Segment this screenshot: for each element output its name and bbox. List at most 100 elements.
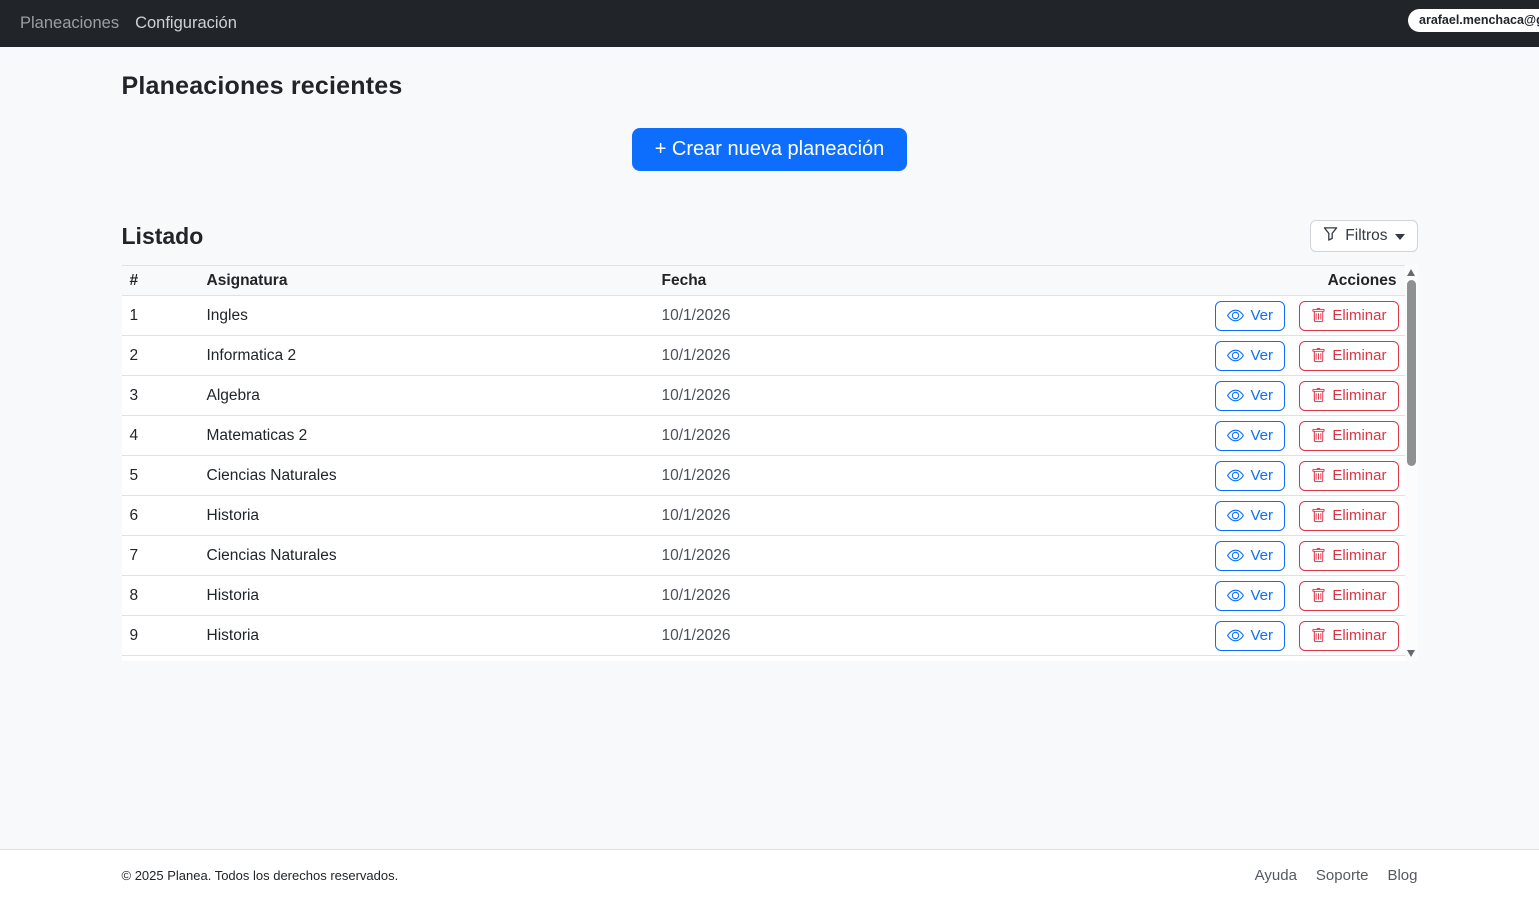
eliminar-button[interactable]: Eliminar	[1299, 621, 1398, 651]
eliminar-button[interactable]: Eliminar	[1299, 541, 1398, 571]
eye-icon	[1227, 387, 1244, 404]
trash-icon	[1311, 348, 1326, 363]
table-row: Ver Eliminar	[122, 656, 1405, 662]
eliminar-button[interactable]: Eliminar	[1299, 341, 1398, 371]
eye-icon	[1227, 507, 1244, 524]
ver-button-label: Ver	[1250, 547, 1273, 564]
ver-button[interactable]: Ver	[1215, 341, 1285, 371]
eye-icon	[1227, 467, 1244, 484]
eliminar-button[interactable]: Eliminar	[1299, 501, 1398, 531]
row-date: 10/1/2026	[654, 336, 1075, 376]
eliminar-button-label: Eliminar	[1332, 627, 1386, 644]
filtros-button-label: Filtros	[1345, 227, 1387, 245]
column-header-fecha: Fecha	[654, 266, 1075, 296]
eliminar-button[interactable]: Eliminar	[1299, 381, 1398, 411]
row-actions: Ver Eliminar	[1075, 456, 1405, 496]
row-date: 10/1/2026	[654, 576, 1075, 616]
page-footer: © 2025 Planea. Todos los derechos reserv…	[0, 849, 1539, 900]
eliminar-button-label: Eliminar	[1332, 467, 1386, 484]
page-title: Planeaciones recientes	[122, 72, 1418, 101]
eliminar-button[interactable]: Eliminar	[1299, 661, 1398, 662]
row-number: 2	[122, 336, 199, 376]
table-row: 9 Historia 10/1/2026 Ver	[122, 616, 1405, 656]
trash-icon	[1311, 628, 1326, 643]
row-subject: Historia	[199, 576, 654, 616]
trash-icon	[1311, 428, 1326, 443]
ver-button-label: Ver	[1250, 347, 1273, 364]
trash-icon	[1311, 548, 1326, 563]
ver-button-label: Ver	[1250, 307, 1273, 324]
eye-icon	[1227, 547, 1244, 564]
eliminar-button[interactable]: Eliminar	[1299, 581, 1398, 611]
ver-button-label: Ver	[1250, 627, 1273, 644]
row-subject: Informatica 2	[199, 336, 654, 376]
trash-icon	[1311, 588, 1326, 603]
table-header-row: # Asignatura Fecha Acciones	[122, 266, 1405, 296]
row-subject: Ciencias Naturales	[199, 456, 654, 496]
eliminar-button-label: Eliminar	[1332, 427, 1386, 444]
row-date: 10/1/2026	[654, 376, 1075, 416]
row-number	[122, 656, 199, 662]
eliminar-button[interactable]: Eliminar	[1299, 421, 1398, 451]
column-header-asignatura: Asignatura	[199, 266, 654, 296]
row-date: 10/1/2026	[654, 296, 1075, 336]
eye-icon	[1227, 307, 1244, 324]
table-body: 1 Ingles 10/1/2026 Ver	[122, 296, 1405, 662]
row-actions: Ver Eliminar	[1075, 536, 1405, 576]
row-number: 7	[122, 536, 199, 576]
row-number: 9	[122, 616, 199, 656]
table-scrollbar[interactable]	[1405, 265, 1418, 661]
create-planeacion-button[interactable]: + Crear nueva planeación	[632, 128, 908, 171]
eye-icon	[1227, 587, 1244, 604]
scroll-up-arrow[interactable]	[1407, 269, 1415, 276]
footer-link-ayuda[interactable]: Ayuda	[1255, 867, 1297, 884]
scrollbar-thumb[interactable]	[1407, 280, 1416, 466]
row-number: 4	[122, 416, 199, 456]
row-subject: Historia	[199, 616, 654, 656]
footer-link-blog[interactable]: Blog	[1387, 867, 1417, 884]
row-date	[654, 656, 1075, 662]
ver-button[interactable]: Ver	[1215, 501, 1285, 531]
row-actions: Ver Eliminar	[1075, 616, 1405, 656]
ver-button[interactable]: Ver	[1215, 301, 1285, 331]
ver-button[interactable]: Ver	[1215, 581, 1285, 611]
ver-button[interactable]: Ver	[1215, 621, 1285, 651]
table-row: 6 Historia 10/1/2026 Ver	[122, 496, 1405, 536]
row-subject: Ciencias Naturales	[199, 536, 654, 576]
eliminar-button[interactable]: Eliminar	[1299, 301, 1398, 331]
nav-link-configuracion[interactable]: Configuración	[127, 6, 245, 41]
row-actions: Ver Eliminar	[1075, 496, 1405, 536]
row-actions: Ver Eliminar	[1075, 656, 1405, 662]
nav-link-planeaciones[interactable]: Planeaciones	[12, 6, 127, 41]
eye-icon	[1227, 627, 1244, 644]
ver-button[interactable]: Ver	[1215, 461, 1285, 491]
caret-down-icon	[1395, 234, 1405, 240]
row-date: 10/1/2026	[654, 616, 1075, 656]
trash-icon	[1311, 388, 1326, 403]
ver-button[interactable]: Ver	[1215, 541, 1285, 571]
row-subject: Algebra	[199, 376, 654, 416]
eye-icon	[1227, 347, 1244, 364]
copyright-text: © 2025 Planea. Todos los derechos reserv…	[122, 868, 399, 883]
row-actions: Ver Eliminar	[1075, 296, 1405, 336]
eliminar-button-label: Eliminar	[1332, 387, 1386, 404]
table-row: 8 Historia 10/1/2026 Ver	[122, 576, 1405, 616]
ver-button[interactable]: Ver	[1215, 661, 1285, 662]
eliminar-button[interactable]: Eliminar	[1299, 461, 1398, 491]
row-subject: Ingles	[199, 296, 654, 336]
table-row: 7 Ciencias Naturales 10/1/2026 Ver	[122, 536, 1405, 576]
row-date: 10/1/2026	[654, 536, 1075, 576]
eliminar-button-label: Eliminar	[1332, 347, 1386, 364]
planeaciones-table: # Asignatura Fecha Acciones 1 Ingles 10/…	[122, 265, 1405, 661]
row-number: 5	[122, 456, 199, 496]
scroll-down-arrow[interactable]	[1407, 650, 1415, 657]
footer-link-soporte[interactable]: Soporte	[1316, 867, 1369, 884]
ver-button[interactable]: Ver	[1215, 381, 1285, 411]
ver-button[interactable]: Ver	[1215, 421, 1285, 451]
column-header-num: #	[122, 266, 199, 296]
trash-icon	[1311, 508, 1326, 523]
row-actions: Ver Eliminar	[1075, 336, 1405, 376]
row-date: 10/1/2026	[654, 416, 1075, 456]
ver-button-label: Ver	[1250, 427, 1273, 444]
filtros-button[interactable]: Filtros	[1310, 220, 1417, 252]
